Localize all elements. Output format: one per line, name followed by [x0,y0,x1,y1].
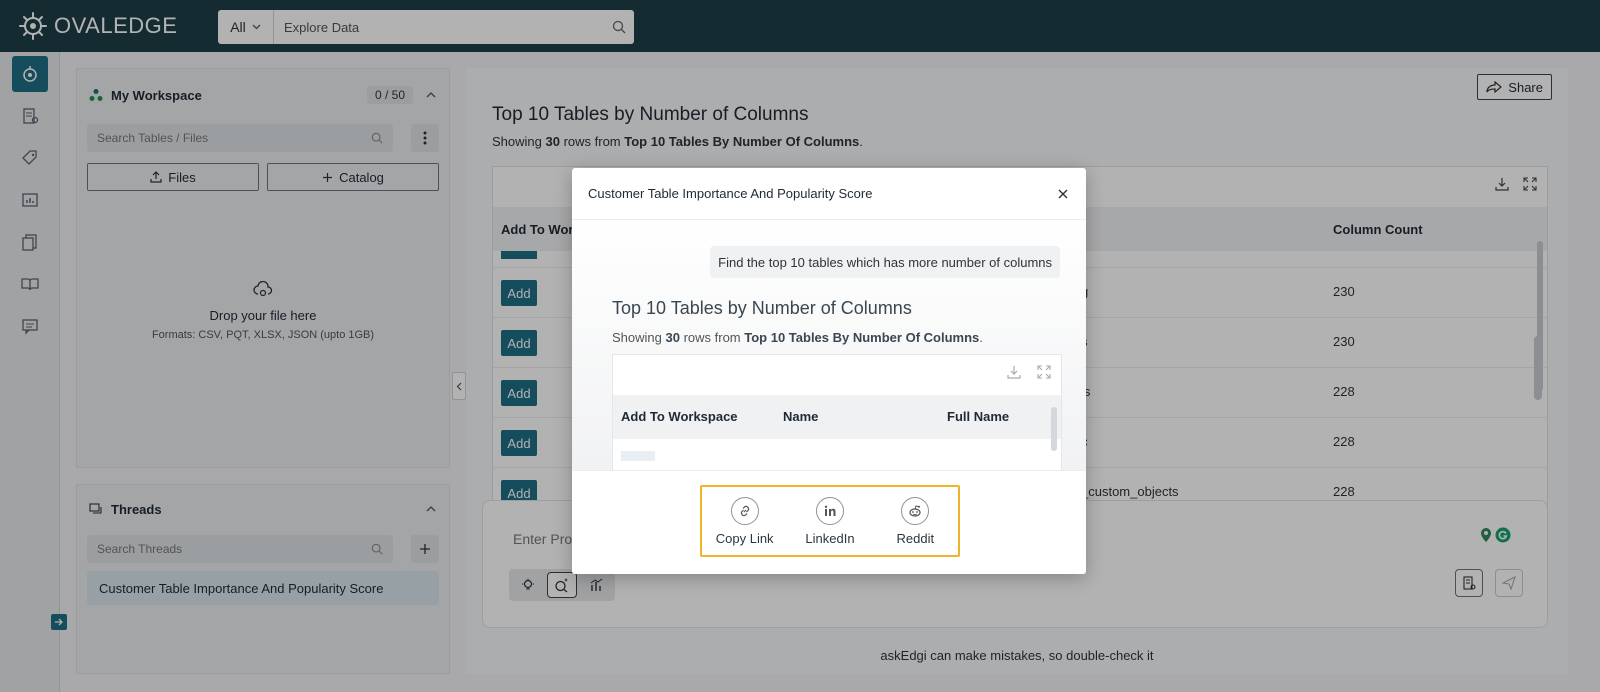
reddit-label: Reddit [896,530,935,546]
modal-header: Customer Table Importance And Popularity… [572,168,1086,220]
share-reddit[interactable]: Reddit [875,496,955,546]
share-modal: Customer Table Importance And Popularity… [572,168,1086,574]
share-copy-link[interactable]: Copy Link [705,496,785,546]
preview-col-full-name: Full Name [947,409,1010,424]
reddit-icon [901,496,930,525]
preview-toolbar [1007,365,1051,379]
preview-add-button-partial [621,451,655,461]
preview-scrollbar [1051,407,1057,451]
user-question-bubble: Find the top 10 tables which has more nu… [710,246,1060,278]
preview-col-add: Add To Workspace [621,409,738,424]
preview-title: Top 10 Tables by Number of Columns [612,298,912,318]
linkedin-label: LinkedIn [805,530,855,546]
share-options-footer: Copy Link LinkedIn Reddit [572,470,1086,574]
share-linkedin[interactable]: LinkedIn [790,496,870,546]
modal-preview: Find the top 10 tables which has more nu… [572,220,1086,470]
copy-link-label: Copy Link [715,530,774,546]
preview-col-name: Name [783,409,819,424]
linkedin-icon [815,496,844,525]
download-icon [1007,366,1021,379]
preview-table-header: Add To Workspace Name Full Name [613,395,1061,439]
share-options: Copy Link LinkedIn Reddit [700,485,960,557]
close-icon[interactable] [1056,187,1070,201]
link-icon [730,496,759,525]
preview-table: Add To Workspace Name Full Name [612,354,1062,470]
preview-summary: Showing 30 rows from Top 10 Tables By Nu… [612,330,983,345]
expand-icon [1037,365,1051,379]
modal-title: Customer Table Importance And Popularity… [588,186,873,201]
